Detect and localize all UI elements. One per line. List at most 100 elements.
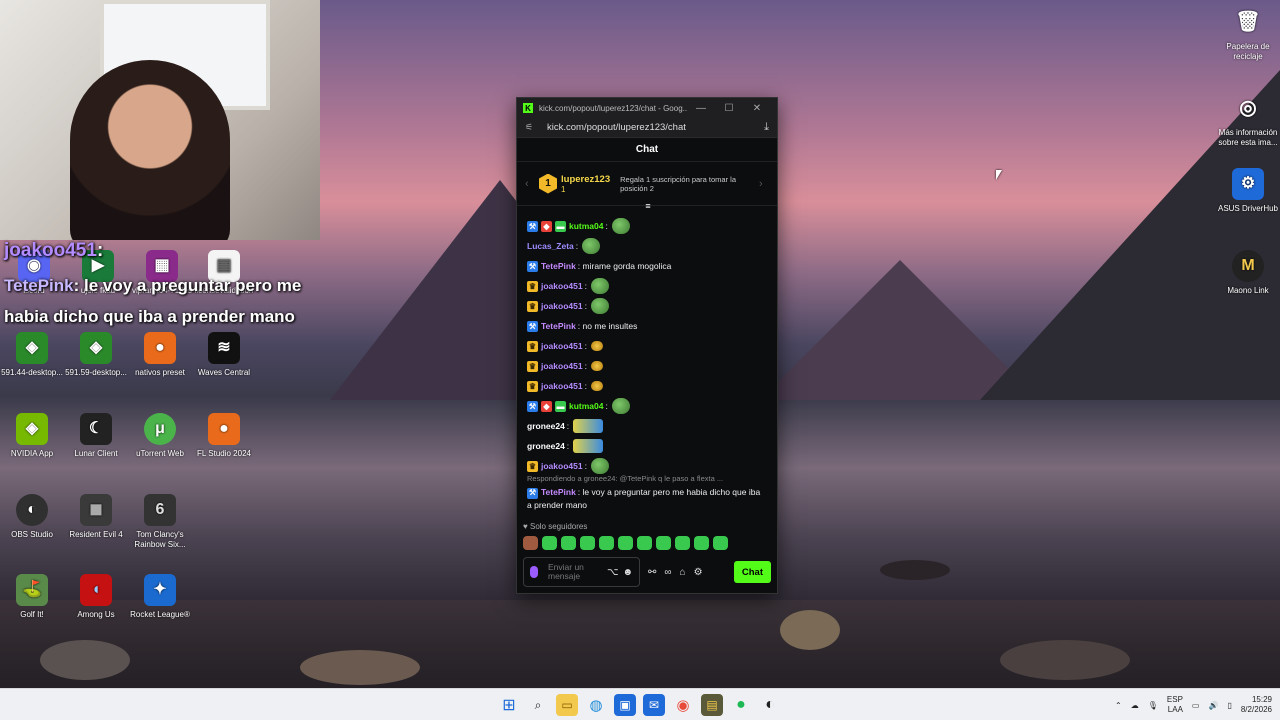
chat-username[interactable]: kutma04 [569, 221, 604, 231]
battery-icon[interactable]: ▯ [1227, 701, 1231, 710]
reply-context: Respondiendo a gronee24: @TetePink q le … [527, 474, 724, 483]
desktop-icon-more-info[interactable]: ◎ Más información sobre esta ima... [1216, 92, 1280, 148]
emote [573, 439, 604, 453]
store-icon[interactable]: ⌂ [680, 567, 686, 578]
chat-username[interactable]: gronee24 [527, 441, 565, 451]
overlay-username: TetePink [4, 276, 74, 295]
chat-text: : [584, 361, 587, 371]
chat-username[interactable]: TetePink [541, 487, 576, 497]
chat-username[interactable]: joakoo451 [541, 301, 583, 311]
mic-icon[interactable] [530, 566, 538, 578]
webcam-feed [0, 0, 320, 240]
chevron-right-icon[interactable]: › [759, 178, 769, 190]
search-icon[interactable]: ⌕ [527, 694, 549, 716]
chat-username[interactable]: joakoo451 [541, 381, 583, 391]
chat-username[interactable]: joakoo451 [541, 361, 583, 371]
emote-button[interactable] [656, 536, 671, 550]
desktop-icon-among-us[interactable]: ◖ Among Us [64, 574, 128, 620]
slash-commands-icon[interactable]: ⌥ [607, 567, 619, 577]
desktop-icon-utorrent[interactable]: μ uTorrent Web [128, 413, 192, 459]
emote-button[interactable] [561, 536, 576, 550]
connections-icon[interactable]: ⚯ [648, 567, 656, 578]
desktop-icon-fl-studio[interactable]: ● FL Studio 2024 [192, 413, 256, 459]
chat-message-last: ⚒ TetePink: le voy a preguntar pero me ha… [527, 486, 767, 511]
emote-button[interactable] [580, 536, 595, 550]
window-title: kick.com/popout/luperez123/chat - Goog..… [539, 103, 687, 113]
chat-message: ♛ joakoo451: [527, 456, 767, 476]
chat-username[interactable]: TetePink [541, 321, 576, 331]
emote-button[interactable] [694, 536, 709, 550]
chevron-left-icon[interactable]: ‹ [525, 178, 535, 190]
desktop-icon-r6[interactable]: 6 Tom Clancy's Rainbow Six... [128, 494, 192, 550]
nvidia-icon: ◈ [16, 413, 48, 445]
site-settings-icon[interactable]: ⚟ [525, 122, 537, 133]
chat-username[interactable]: joakoo451 [541, 461, 583, 471]
desktop-icon-lunar[interactable]: ☾ Lunar Client [64, 413, 128, 459]
emote-button[interactable] [618, 536, 633, 550]
close-button[interactable]: ✕ [743, 103, 771, 114]
windows-start-icon[interactable]: ⊞ [498, 694, 520, 716]
emote-button[interactable] [637, 536, 652, 550]
settings-gear-icon[interactable]: ⚙ [694, 567, 703, 578]
chat-username[interactable]: joakoo451 [541, 341, 583, 351]
chevron-up-icon[interactable]: ⌃ [1115, 701, 1122, 710]
desktop-icon-nvidia-driver-2[interactable]: ◈ 591.59-desktop... [64, 332, 128, 378]
microphone-icon[interactable]: 🎙 [1148, 701, 1158, 710]
chat-username[interactable]: Lucas_Zeta [527, 241, 574, 251]
top-gifter[interactable]: luperez123 1 [561, 174, 610, 194]
minimize-button[interactable]: — [687, 103, 715, 114]
emote-button[interactable] [713, 536, 728, 550]
desktop-icon-nvidia-app[interactable]: ◈ NVIDIA App [0, 413, 64, 459]
game-icon[interactable]: ▤ [701, 694, 723, 716]
chat-username[interactable]: gronee24 [527, 421, 565, 431]
outlook-icon[interactable]: ✉ [643, 694, 665, 716]
utorrent-icon: μ [144, 413, 176, 445]
desktop-icon-recycle-bin[interactable]: 🗑 Papelera de reciclaje [1216, 6, 1280, 62]
emote-button[interactable] [523, 536, 538, 550]
store-icon[interactable]: ▣ [614, 694, 636, 716]
maximize-button[interactable]: ☐ [715, 103, 743, 114]
desktop-icon-obs[interactable]: ◐ OBS Studio [0, 494, 64, 540]
chrome-icon[interactable]: ◉ [672, 694, 694, 716]
emote-button[interactable] [542, 536, 557, 550]
pinned-toggle-icon[interactable]: ≡ [641, 201, 655, 211]
emote-quickbar [523, 536, 728, 550]
onedrive-icon[interactable]: ☁ [1131, 701, 1139, 710]
desktop-icon-nvidia-driver-1[interactable]: ◈ 591.44-desktop... [0, 332, 64, 378]
emote-button[interactable] [599, 536, 614, 550]
crown-badge-icon: ♛ [527, 280, 538, 292]
chat-username[interactable]: kutma04 [569, 401, 604, 411]
followers-only-notice: ♥ Solo seguidores [523, 522, 588, 531]
desktop-icon-nativos-preset[interactable]: ● nativos preset [128, 332, 192, 378]
file-explorer-icon[interactable]: ▭ [556, 694, 578, 716]
lunar-client-icon: ☾ [80, 413, 112, 445]
desktop-icon-re4[interactable]: ◼ Resident Evil 4 [64, 494, 128, 540]
subscriber-badge-icon: ▬ [555, 220, 566, 232]
chat-message: ♛ joakoo451: [527, 276, 767, 296]
chat-username[interactable]: joakoo451 [541, 281, 583, 291]
desktop-icon-waves[interactable]: ≋ Waves Central [192, 332, 256, 378]
input-language[interactable]: ESP LAA [1167, 695, 1183, 715]
chat-input[interactable]: Enviar un mensaje ⌥ ☻ [523, 557, 640, 587]
emote [573, 419, 604, 433]
network-icon[interactable]: ▭ [1192, 701, 1200, 710]
edge-icon[interactable]: ◍ [585, 694, 607, 716]
chat-text: : [566, 421, 570, 431]
download-icon[interactable]: ⤓ [764, 121, 769, 134]
obs-icon[interactable]: ◐ [759, 694, 781, 716]
url-text[interactable]: kick.com/popout/luperez123/chat [547, 122, 764, 133]
desktop-icon-golf-it[interactable]: ⛳ Golf It! [0, 574, 64, 620]
infinity-icon[interactable]: ∞ [664, 567, 671, 578]
send-chat-button[interactable]: Chat [733, 561, 771, 583]
volume-icon[interactable]: 🔊 [1208, 701, 1218, 710]
emote-button[interactable] [675, 536, 690, 550]
desktop-icon-asus-driverhub[interactable]: ⚙ ASUS DriverHub [1216, 168, 1280, 214]
chat-username[interactable]: TetePink [541, 261, 576, 271]
desktop-icon-maono[interactable]: M Maono Link [1216, 250, 1280, 296]
emoji-icon[interactable]: ☻ [622, 567, 633, 577]
clock[interactable]: 15:29 8/2/2026 [1241, 695, 1272, 715]
spotify-icon[interactable]: ● [730, 694, 752, 716]
chat-text: : [566, 441, 570, 451]
chat-text: : [584, 281, 587, 291]
desktop-icon-rocket-league[interactable]: ✦ Rocket League® [128, 574, 192, 620]
